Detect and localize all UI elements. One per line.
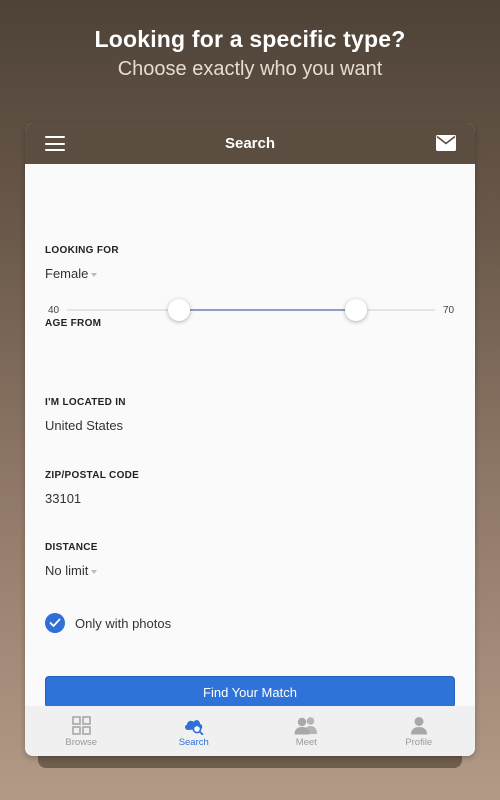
grid-icon [71,716,91,735]
zip-label: ZIP/POSTAL CODE [45,470,140,481]
photos-only-checkbox[interactable] [45,613,65,633]
distance-value: No limit [45,563,89,578]
bottom-nav: Browse Search Meet Profile [25,706,475,756]
page-title: Search [224,135,276,152]
location-label: I'M LOCATED IN [45,397,126,408]
app-window: Search LOOKING FOR Female AGE FROM 40 70… [25,123,475,756]
age-slider-high-handle[interactable] [344,299,367,321]
location-value[interactable]: United States [45,418,123,433]
nav-label-meet: Meet [295,737,317,748]
age-min-value: 40 [48,305,60,316]
dropdown-caret-icon [91,569,98,574]
looking-for-label: LOOKING FOR [45,245,119,256]
age-label: AGE FROM [45,318,102,329]
nav-item-meet[interactable]: Meet [250,706,363,756]
distance-dropdown[interactable]: No limit [45,563,98,578]
dropdown-caret-icon [91,272,98,277]
people-icon [294,717,318,735]
looking-for-value: Female [45,266,89,281]
distance-label: DISTANCE [45,542,98,553]
looking-for-dropdown[interactable]: Female [45,266,98,281]
promo-subtitle: Choose exactly who you want [117,58,383,80]
age-slider-low-handle[interactable] [168,299,191,321]
envelope-icon[interactable] [436,135,456,151]
promo-title: Looking for a specific type? [94,26,406,52]
nav-label-search: Search [178,737,209,748]
find-match-button[interactable]: Find Your Match [45,676,455,708]
checkmark-icon [49,618,61,627]
zip-field[interactable]: 33101 [45,491,81,506]
search-cloud-icon [184,720,204,735]
user-icon [410,717,427,735]
age-slider-range [179,309,356,311]
nav-item-browse[interactable]: Browse [25,706,138,756]
app-bar: Search [25,123,475,164]
nav-item-search[interactable]: Search [138,706,251,756]
nav-item-profile[interactable]: Profile [363,706,476,756]
hamburger-menu-icon[interactable] [45,136,65,151]
nav-label-browse: Browse [65,737,98,748]
photos-only-label[interactable]: Only with photos [75,616,171,631]
search-form: LOOKING FOR Female AGE FROM 40 70 I'M LO… [25,164,475,708]
age-max-value: 70 [443,305,455,316]
nav-label-profile: Profile [405,737,433,748]
